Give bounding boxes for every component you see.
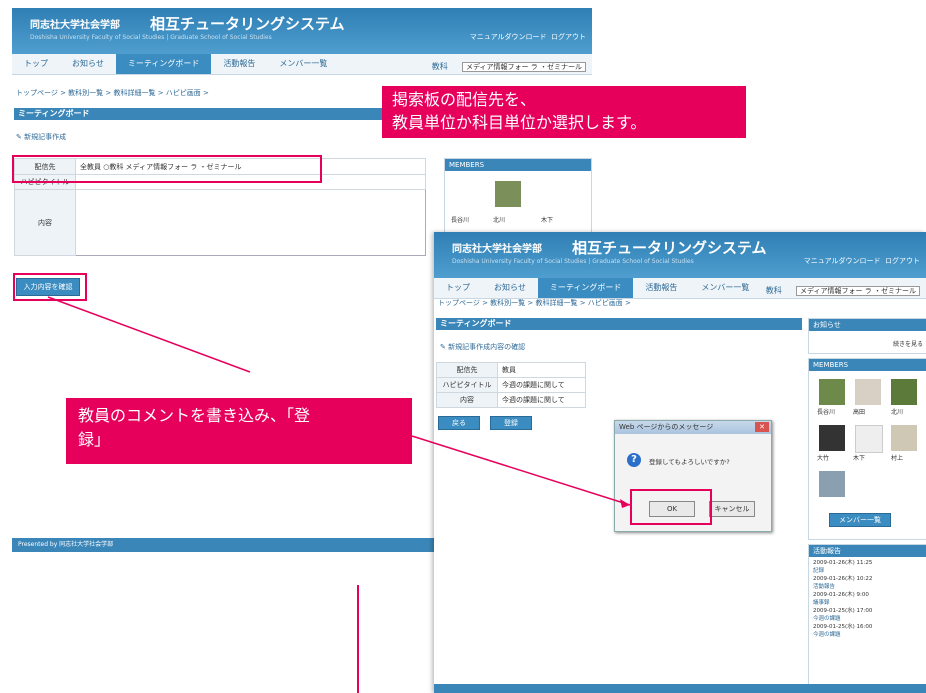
connector-lines — [47, 296, 631, 693]
arrowhead — [620, 499, 630, 508]
connector-line — [411, 435, 631, 506]
callout-register: 教員のコメントを書き込み、「登 録」 — [66, 398, 412, 464]
connector-line — [47, 296, 251, 373]
